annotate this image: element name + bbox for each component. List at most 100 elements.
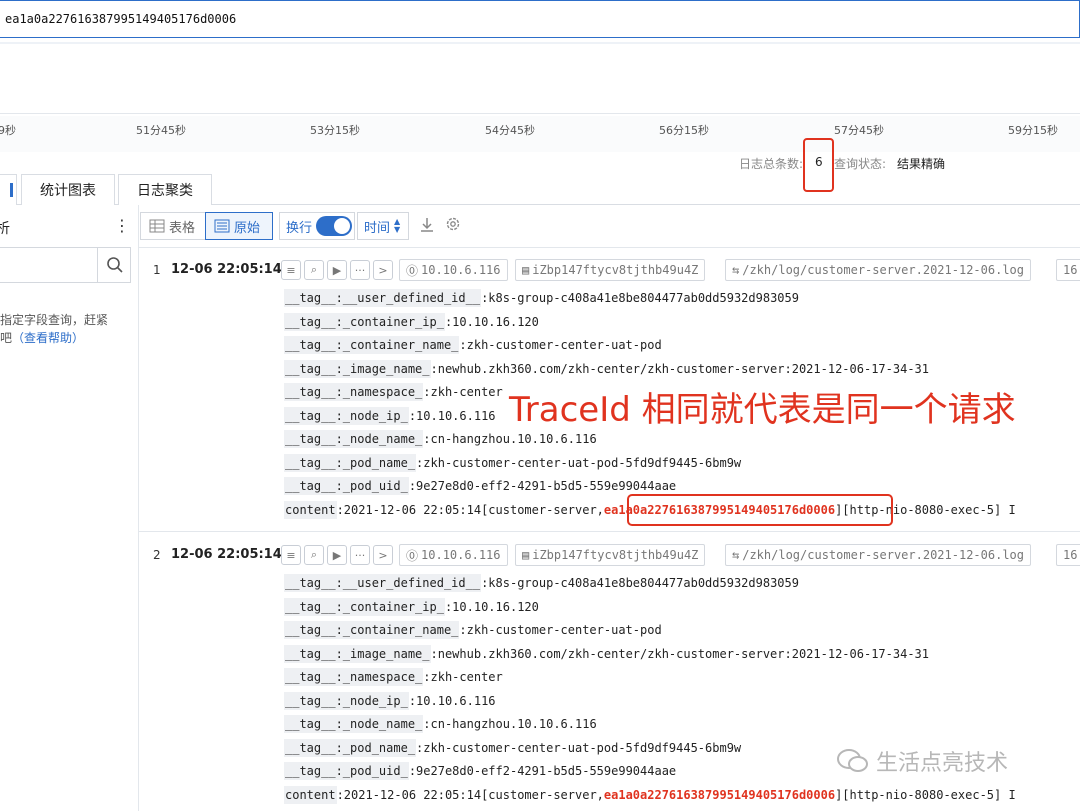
- field-key[interactable]: __tag__:_container_name_: [284, 336, 460, 354]
- field-key[interactable]: __tag__:_node_ip_: [284, 691, 409, 710]
- field-value: :9e27e8d0-eff2-4291-b5d5-559e99044aae: [408, 479, 677, 493]
- tab-statistics[interactable]: 统计图表: [21, 174, 115, 205]
- host-value: iZbp147ftycv8tjthb49u4Z: [532, 263, 699, 277]
- log-histogram[interactable]: [0, 52, 1080, 114]
- host-chip[interactable]: ▤ iZbp147ftycv8tjthb49u4Z: [515, 259, 706, 281]
- search-icon[interactable]: [97, 247, 131, 283]
- settings-icon[interactable]: [445, 216, 461, 236]
- field-key[interactable]: __tag__:_namespace_: [284, 383, 424, 401]
- play-icon[interactable]: ▶: [327, 260, 347, 280]
- more-options-icon[interactable]: ⋮: [114, 216, 130, 235]
- host-chip[interactable]: ▤ iZbp147ftycv8tjthb49u4Z: [515, 544, 706, 566]
- field-key[interactable]: __tag__:__user_defined_id__: [284, 574, 482, 592]
- log-content: content:2021-12-06 22:05:14[customer-ser…: [284, 786, 1016, 804]
- log-field: __tag__:_container_ip_:10.10.16.120: [284, 312, 539, 331]
- field-key[interactable]: __tag__:_node_name_: [284, 715, 424, 733]
- tab-raw-logs[interactable]: [0, 174, 17, 205]
- log-field: __tag__:_namespace_:zkh-center: [284, 383, 503, 401]
- field-key[interactable]: __tag__:_image_name_: [284, 644, 431, 663]
- wrap-toggle[interactable]: 换行: [279, 212, 355, 240]
- ip-value: 10.10.6.116: [421, 548, 501, 562]
- field-key[interactable]: __tag__:_pod_name_: [284, 453, 417, 472]
- more-icon[interactable]: ···: [350, 260, 370, 280]
- context-icon[interactable]: ⌕: [304, 260, 324, 280]
- field-sidebar: [0, 205, 139, 811]
- host-icon: ▤: [522, 548, 530, 562]
- record-index: 1: [153, 263, 161, 277]
- total-count-label: 日志总条数:: [739, 157, 804, 171]
- field-key[interactable]: __tag__:_node_name_: [284, 430, 424, 448]
- log-field: __tag__:_container_ip_:10.10.16.120: [284, 597, 539, 616]
- time-tick: 54分45秒: [485, 124, 535, 137]
- raw-view-button[interactable]: 原始: [205, 212, 273, 240]
- log-field: __tag__:_pod_uid_:9e27e8d0-eff2-4291-b5d…: [284, 762, 676, 780]
- ip-chip[interactable]: ⓪ 10.10.6.116: [399, 259, 508, 281]
- download-icon[interactable]: [418, 216, 436, 238]
- search-divider: [0, 42, 1080, 44]
- log-field: __tag__:_image_name_:newhub.zkh360.com/z…: [284, 359, 929, 378]
- record-divider: [139, 531, 1080, 532]
- next-icon[interactable]: >: [373, 545, 393, 565]
- next-icon[interactable]: >: [373, 260, 393, 280]
- table-icon: [149, 219, 165, 233]
- sidebar-title: 析: [0, 221, 10, 237]
- log-field: __tag__:_node_name_:cn-hangzhou.10.10.6.…: [284, 430, 597, 448]
- record-divider: [139, 247, 1080, 248]
- path-chip[interactable]: ⇆/zkh/log/customer-server.2021-12-06.log: [725, 544, 1031, 566]
- field-value: :cn-hangzhou.10.10.6.116: [423, 432, 597, 446]
- query-search-bar[interactable]: [0, 0, 1080, 38]
- log-field: __tag__:_pod_uid_:9e27e8d0-eff2-4291-b5d…: [284, 477, 676, 495]
- log-field: __tag__:_node_ip_:10.10.6.116: [284, 406, 496, 425]
- path-chip[interactable]: ⇆/zkh/log/customer-server.2021-12-06.log: [725, 259, 1031, 281]
- time-sort-button[interactable]: 时间 ▲ ▼: [357, 212, 409, 240]
- field-key[interactable]: __tag__:_namespace_: [284, 668, 424, 686]
- extra-chip[interactable]: 16: [1056, 259, 1080, 281]
- content-key[interactable]: content: [284, 786, 337, 804]
- path-value: /zkh/log/customer-server.2021-12-06.log: [742, 263, 1024, 277]
- field-value: :zkh-customer-center-uat-pod-5fd9df9445-…: [416, 740, 742, 755]
- extra-chip[interactable]: 16: [1056, 544, 1080, 566]
- trace-id: ea1a0a22761638799514940517­6d0006: [603, 788, 836, 802]
- sidebar-tip-line1: 指定字段查询，赶紧: [0, 313, 109, 327]
- path-value: /zkh/log/customer-server.2021-12-06.log: [742, 548, 1024, 562]
- document-icon[interactable]: ≡: [281, 260, 301, 280]
- record-time: 12-06 22:05:14: [171, 262, 282, 277]
- host-icon: ▤: [522, 263, 530, 277]
- list-icon: [214, 219, 230, 233]
- content-prefix: :2021-12-06 22:05:14[customer-server,: [336, 503, 604, 517]
- log-field: __tag__:_image_name_:newhub.zkh360.com/z…: [284, 644, 929, 663]
- content-key[interactable]: content: [284, 501, 337, 519]
- field-key[interactable]: __tag__:_container_ip_: [284, 312, 445, 331]
- more-icon[interactable]: ···: [350, 545, 370, 565]
- ip-icon: ⓪: [406, 263, 419, 278]
- field-key[interactable]: __tag__:_pod_uid_: [284, 477, 409, 495]
- field-key[interactable]: __tag__:_node_ip_: [284, 406, 409, 425]
- table-view-button[interactable]: 表格: [140, 212, 206, 240]
- field-key[interactable]: __tag__:__user_defined_id__: [284, 289, 482, 307]
- field-key[interactable]: __tag__:_pod_uid_: [284, 762, 409, 780]
- ip-chip[interactable]: ⓪ 10.10.6.116: [399, 544, 508, 566]
- count-highlight-box: [803, 138, 834, 192]
- query-status-value: 结果精确: [897, 157, 946, 171]
- wrap-switch[interactable]: [316, 216, 353, 236]
- tab-active-marker: [9, 183, 13, 197]
- field-value: :k8s-group-c408a41e8be804477ab0dd5932d98…: [481, 291, 799, 305]
- document-icon[interactable]: ≡: [281, 545, 301, 565]
- wechat-icon: [837, 749, 868, 772]
- play-icon[interactable]: ▶: [327, 545, 347, 565]
- field-key[interactable]: __tag__:_pod_name_: [284, 738, 417, 757]
- field-key[interactable]: __tag__:_container_name_: [284, 621, 460, 639]
- tab-log-clustering[interactable]: 日志聚类: [118, 174, 212, 205]
- field-value: :9e27e8d0-eff2-4291-b5d5-559e99044aae: [408, 764, 677, 778]
- log-field: __tag__:_pod_name_:zkh-customer-center-u…: [284, 738, 742, 757]
- path-icon: ⇆: [732, 548, 740, 562]
- help-link[interactable]: （查看帮助）: [12, 331, 84, 345]
- time-tick: 51分45秒: [136, 124, 186, 137]
- context-icon[interactable]: ⌕: [304, 545, 324, 565]
- sidebar-tip-line2: 吧（查看帮助）: [0, 329, 84, 346]
- query-input[interactable]: [0, 1, 1079, 37]
- field-key[interactable]: __tag__:_image_name_: [284, 359, 431, 378]
- field-key[interactable]: __tag__:_container_ip_: [284, 597, 445, 616]
- record-index: 2: [153, 548, 161, 562]
- watermark: 生活点亮技术: [836, 745, 1008, 777]
